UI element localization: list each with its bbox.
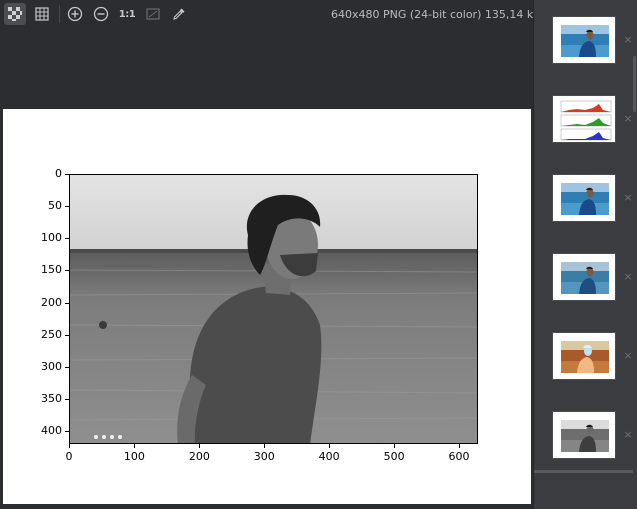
- close-icon[interactable]: ×: [622, 429, 634, 441]
- y-tick-mark: [65, 174, 69, 175]
- close-icon[interactable]: ×: [622, 113, 634, 125]
- history-item-1[interactable]: ×: [533, 14, 637, 74]
- history-item-6[interactable]: ×: [533, 409, 637, 469]
- x-tick-mark: [133, 444, 135, 448]
- y-tick-label: 100: [41, 231, 62, 245]
- y-tick-label: 150: [41, 263, 62, 277]
- sidebar-bottom-indicator: [534, 470, 633, 473]
- color-picker-button[interactable]: [168, 3, 190, 25]
- grid-icon: [35, 7, 49, 21]
- x-tick-mark: [198, 444, 200, 448]
- actual-size-button[interactable]: 1:1: [116, 3, 138, 25]
- color-photo-thumbnail: [561, 262, 609, 294]
- y-tick-label: 400: [41, 424, 62, 438]
- plot-canvas: 0 50 100 150 200 250 300 350 400 0 100 200 300 400 500…: [3, 109, 531, 504]
- y-tick-mark: [65, 366, 69, 368]
- y-tick-mark: [65, 206, 69, 208]
- x-tick-mark: [69, 444, 70, 448]
- x-tick-label: 600: [448, 450, 470, 463]
- close-icon[interactable]: ×: [622, 271, 634, 283]
- x-tick-label: 500: [383, 450, 405, 463]
- image-viewport[interactable]: 0 50 100 150 200 250 300 350 400 0 100 200 300 400 500…: [0, 28, 533, 509]
- x-tick-label: 400: [318, 450, 340, 463]
- eyedropper-icon: [173, 8, 185, 20]
- y-tick-label: 250: [41, 327, 62, 341]
- history-item-5[interactable]: ×: [533, 330, 637, 390]
- close-icon[interactable]: ×: [622, 350, 634, 362]
- x-tick-mark: [328, 444, 330, 448]
- toolbar-separator: [59, 5, 60, 23]
- thumbnail[interactable]: [552, 411, 616, 459]
- x-tick-mark: [458, 444, 460, 448]
- y-tick-mark: [65, 334, 69, 336]
- file-info-text: 640x480 PNG (24-bit color) 135,14 kB: [331, 8, 541, 21]
- fit-window-icon: [146, 8, 160, 20]
- thumbnail[interactable]: [552, 95, 616, 143]
- x-tick-label: 0: [65, 450, 73, 463]
- y-tick-label: 50: [48, 199, 62, 213]
- x-tick-mark: [263, 444, 265, 448]
- actual-size-icon: 1:1: [118, 8, 136, 20]
- history-item-3[interactable]: ×: [533, 172, 637, 232]
- sidebar-scrollbar[interactable]: [633, 56, 636, 112]
- x-tick-label: 300: [253, 450, 275, 463]
- y-tick-label: 300: [41, 359, 62, 373]
- y-tick-mark: [65, 270, 69, 272]
- histogram-thumbnail: [555, 98, 615, 142]
- zoom-out-button[interactable]: [90, 3, 112, 25]
- grayscale-photo: [69, 174, 478, 444]
- history-item-2[interactable]: ×: [533, 93, 637, 153]
- y-tick-mark: [65, 399, 69, 400]
- beach-man-photo: [70, 175, 477, 443]
- fit-window-button[interactable]: [142, 3, 164, 25]
- checkerboard-icon: [8, 7, 22, 21]
- x-tick-label: 100: [123, 450, 145, 463]
- checkerboard-toggle-button[interactable]: [4, 3, 26, 25]
- close-icon[interactable]: ×: [622, 192, 634, 204]
- y-tick-label: 200: [41, 295, 62, 309]
- thumbnail[interactable]: [552, 16, 616, 64]
- y-tick-mark: [65, 431, 69, 433]
- history-item-4[interactable]: ×: [533, 251, 637, 311]
- zoom-in-icon: [67, 6, 83, 22]
- color-photo-thumbnail: [561, 25, 609, 57]
- thumbnail[interactable]: [552, 174, 616, 222]
- y-tick-label: 0: [55, 167, 62, 180]
- grayscale-photo-thumbnail: [561, 420, 609, 452]
- toolbar: 1:1 640x480 PNG (24-bit color) 135,14 kB: [0, 0, 541, 28]
- zoom-out-icon: [93, 6, 109, 22]
- x-tick-label: 200: [188, 450, 210, 463]
- y-tick-mark: [65, 302, 69, 304]
- zoom-in-button[interactable]: [64, 3, 86, 25]
- warm-filter-photo-thumbnail: [561, 341, 609, 373]
- y-tick-mark: [65, 238, 69, 240]
- y-tick-label: 350: [41, 392, 62, 405]
- thumbnail[interactable]: [552, 253, 616, 301]
- close-icon[interactable]: ×: [622, 34, 634, 46]
- thumbnail[interactable]: [552, 332, 616, 380]
- color-photo-thumbnail: [561, 183, 609, 215]
- x-tick-mark: [393, 444, 395, 448]
- grid-toggle-button[interactable]: [31, 3, 53, 25]
